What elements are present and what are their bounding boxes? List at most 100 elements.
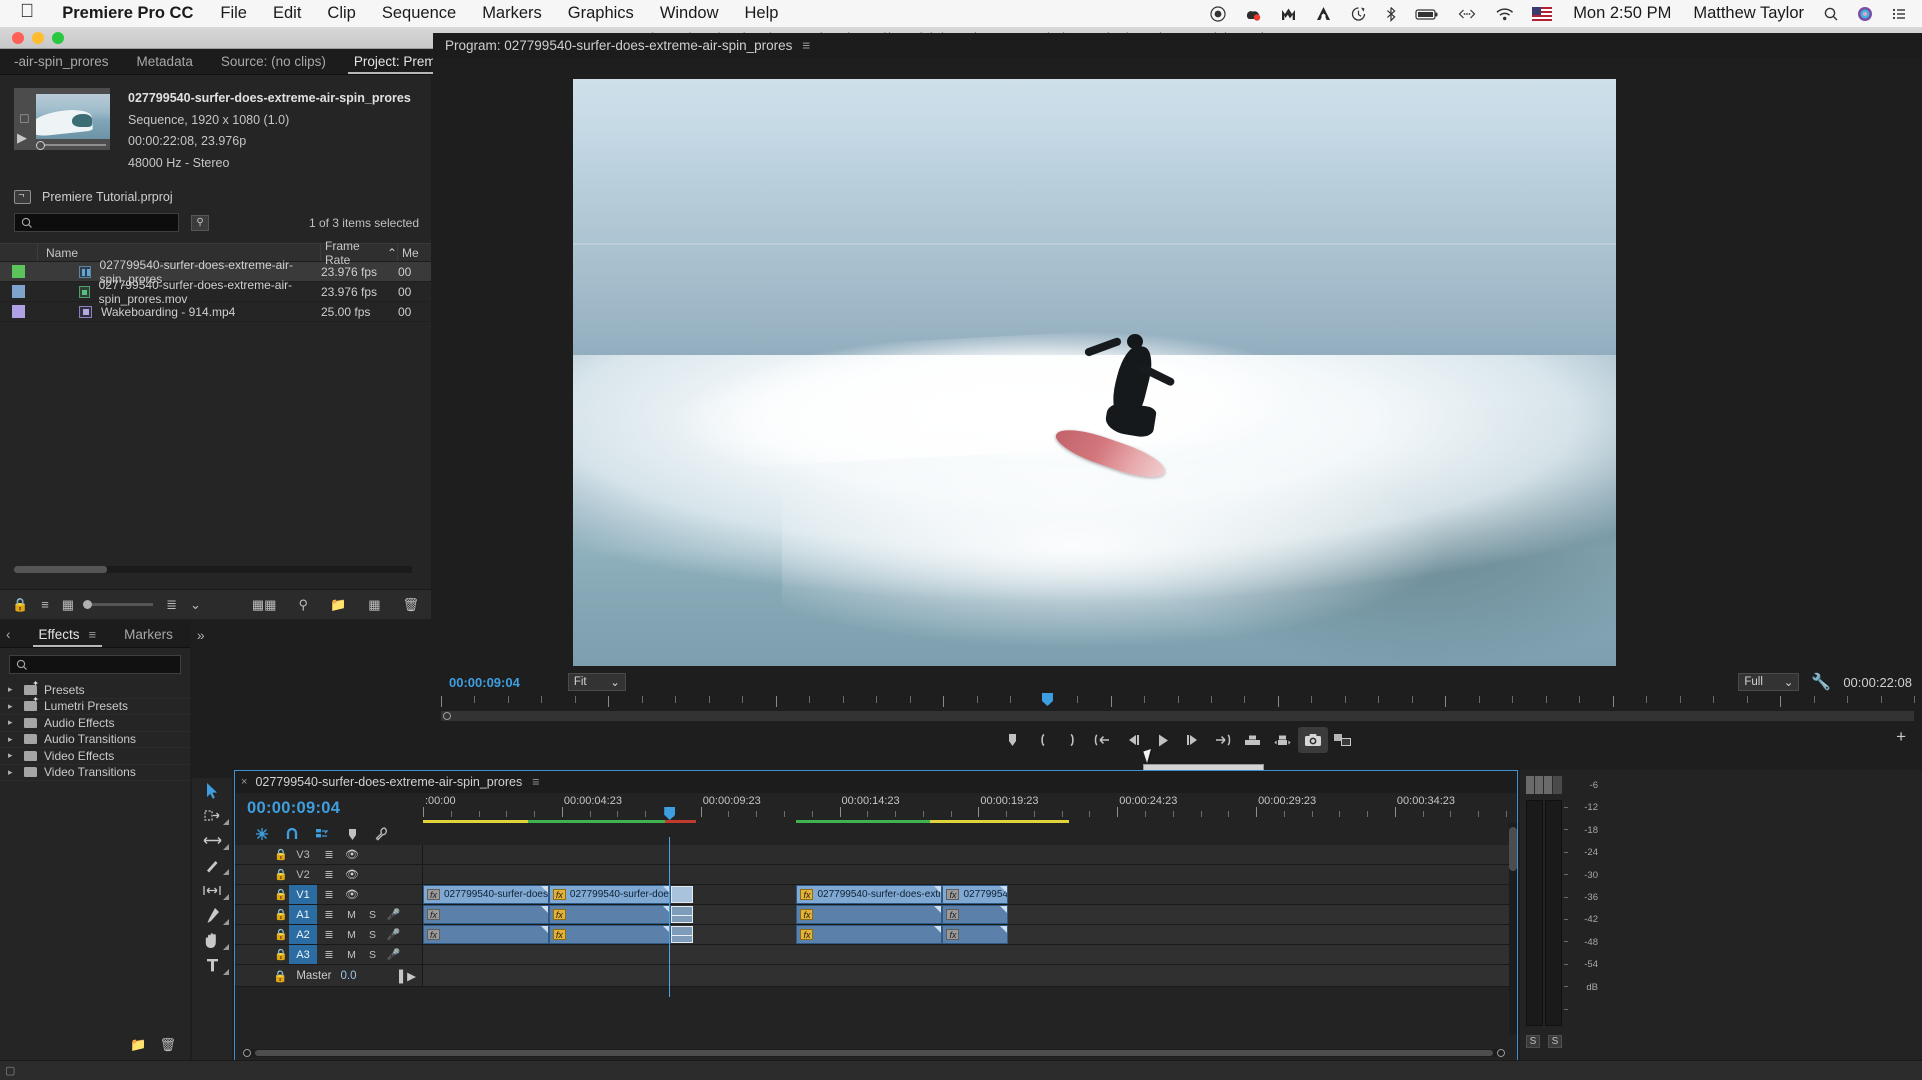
adobe-icon[interactable] [1306, 0, 1341, 27]
bluetooth-icon[interactable] [1376, 0, 1406, 27]
razor-tool[interactable] [192, 853, 232, 878]
tab-source[interactable]: Source: (no clips) [207, 49, 340, 74]
lock-icon[interactable]: 🔒 [273, 948, 289, 961]
clip-corner-handle[interactable] [934, 906, 942, 913]
clip-corner-handle[interactable] [1000, 906, 1008, 913]
column-frame-rate[interactable]: Frame Rate ⌃ [321, 239, 398, 267]
flag-icon[interactable] [1523, 0, 1561, 27]
battery-icon[interactable] [1406, 0, 1448, 27]
zoom-level-dropdown[interactable]: Fit ⌄ [567, 673, 626, 691]
track-header-master[interactable]: 🔒 Master 0.0 ▌▶ [235, 965, 423, 986]
control-center-icon[interactable] [1882, 0, 1916, 27]
zoom-handle-right[interactable] [1497, 1049, 1505, 1057]
program-playhead[interactable] [1041, 693, 1053, 706]
track-header-v3[interactable]: 🔒 V3 ≣ 👁 [235, 845, 423, 864]
clip-corner-handle[interactable] [1000, 926, 1008, 933]
lock-icon[interactable]: 🔒 [273, 908, 289, 921]
master-level-value[interactable]: 0.0 [340, 970, 356, 982]
extract-button[interactable] [1268, 727, 1298, 753]
menu-edit[interactable]: Edit [260, 4, 314, 23]
malwarebytes-icon[interactable] [1271, 0, 1306, 27]
timeline-horizontal-scrollbar[interactable] [243, 1049, 1505, 1057]
meter-icon[interactable]: ▌▶ [399, 969, 422, 983]
mute-button-a1[interactable]: M [341, 909, 362, 921]
tab-effects[interactable]: Effects ≡ [25, 622, 111, 647]
snap-button[interactable] [277, 824, 307, 844]
program-monitor-ruler[interactable] [441, 693, 1915, 710]
play-stop-button[interactable] [1148, 727, 1178, 753]
timeline-vertical-scrollbar[interactable] [1509, 823, 1517, 1035]
track-header-v2[interactable]: 🔒 V2 ≣ 👁 [235, 865, 423, 884]
timeline-playhead[interactable] [664, 807, 676, 820]
menu-markers[interactable]: Markers [469, 4, 555, 23]
lift-button[interactable] [1238, 727, 1268, 753]
add-marker-button[interactable] [337, 824, 367, 844]
step-back-button[interactable] [1118, 727, 1148, 753]
apple-logo-icon[interactable]:  [6, 1, 48, 26]
eye-icon[interactable]: 👁 [341, 868, 363, 881]
track-body-v2[interactable] [423, 865, 1517, 884]
button-editor-icon[interactable]: + [1896, 727, 1906, 747]
find-icon[interactable]: ⚲ [298, 597, 308, 613]
automate-to-sequence-icon[interactable]: ▦▦ [252, 597, 277, 613]
track-header-a2[interactable]: 🔒 A2 ≣ M S 🎤 [235, 925, 423, 944]
thumbnail-play-icon[interactable]: ▶ [17, 130, 27, 146]
track-body-a3[interactable] [423, 945, 1517, 964]
menu-sequence[interactable]: Sequence [369, 4, 469, 23]
sync-lock-icon[interactable]: ≣ [317, 948, 341, 961]
tab-metadata[interactable]: Metadata [123, 49, 207, 74]
timeline-clip[interactable]: fx027799540-surf [942, 885, 1009, 904]
step-forward-button[interactable] [1178, 727, 1208, 753]
timeline-transition[interactable] [670, 886, 693, 903]
menu-help[interactable]: Help [732, 4, 792, 23]
type-tool[interactable] [192, 953, 232, 978]
playback-resolution-dropdown[interactable]: Full ⌄ [1738, 673, 1800, 691]
selection-tool[interactable] [192, 778, 232, 803]
thumbnail-scrubber[interactable] [36, 141, 106, 150]
new-bin-icon[interactable]: 📁 [330, 597, 346, 613]
timeline-clip[interactable]: fx 027799540-surfer-does-extre [423, 885, 549, 904]
solo-button-left[interactable]: S [1526, 1035, 1540, 1048]
comparison-view-button[interactable] [1328, 727, 1358, 753]
track-name-a1[interactable]: A1 [289, 905, 317, 924]
solo-button-a1[interactable]: S [362, 909, 383, 921]
timeline-transition[interactable] [670, 906, 693, 923]
program-monitor-scrollbar[interactable] [441, 711, 1914, 721]
linked-selection-button[interactable] [307, 824, 337, 844]
menu-bar-username[interactable]: Matthew Taylor [1683, 4, 1814, 23]
clip-thumbnail[interactable]: ◻ ▶ [14, 88, 110, 150]
list-view-icon[interactable]: ≡ [41, 597, 49, 612]
audio-meter-header[interactable] [1526, 776, 1562, 794]
delete-icon[interactable]: 🗑 [402, 597, 419, 613]
timeline-ruler[interactable]: :00:00 00:00:04:23 00:00:09:23 00:00:14:23 0… [423, 793, 1896, 845]
program-timecode[interactable]: 00:00:09:04 [443, 675, 520, 690]
sync-lock-icon[interactable]: ≣ [317, 848, 341, 861]
track-name-v2[interactable]: V2 [289, 865, 317, 884]
menu-window[interactable]: Window [647, 4, 732, 23]
column-media[interactable]: Me [398, 246, 431, 260]
eye-icon[interactable]: 👁 [341, 888, 363, 901]
timeline-clip[interactable]: fx [548, 925, 671, 944]
project-horizontal-scrollbar[interactable] [14, 566, 412, 573]
icon-view-icon[interactable]: ▦ [62, 597, 74, 613]
mark-in-button[interactable] [1028, 727, 1058, 753]
track-body-a2[interactable]: fx fx fx fx [423, 925, 1517, 944]
poster-frame-icon[interactable]: ◻ [19, 110, 30, 126]
siri-icon[interactable] [1848, 0, 1882, 27]
more-tabs-icon[interactable]: » [187, 622, 215, 647]
chevron-right-icon[interactable]: ▸ [8, 734, 17, 745]
program-monitor-video[interactable] [573, 79, 1616, 666]
timeline-clip[interactable]: fx027799540-surfer-does-extreme-air- [796, 885, 943, 904]
lock-icon[interactable]: 🔒 [12, 597, 28, 613]
sync-lock-icon[interactable]: ≣ [317, 868, 341, 881]
timeline-clip[interactable]: fx [942, 925, 1009, 944]
previous-tabs-icon[interactable]: ‹ [0, 622, 25, 647]
ripple-edit-tool[interactable] [192, 828, 232, 853]
list-item[interactable]: ▸ Presets [0, 679, 190, 699]
list-item[interactable]: ▸ Audio Transitions [0, 732, 190, 748]
clip-corner-handle[interactable] [934, 926, 942, 933]
record-icon[interactable] [1201, 0, 1235, 27]
panel-menu-icon[interactable]: ≡ [89, 627, 97, 642]
timeline-transition[interactable] [670, 926, 693, 943]
menu-bar-clock[interactable]: Mon 2:50 PM [1561, 4, 1683, 23]
